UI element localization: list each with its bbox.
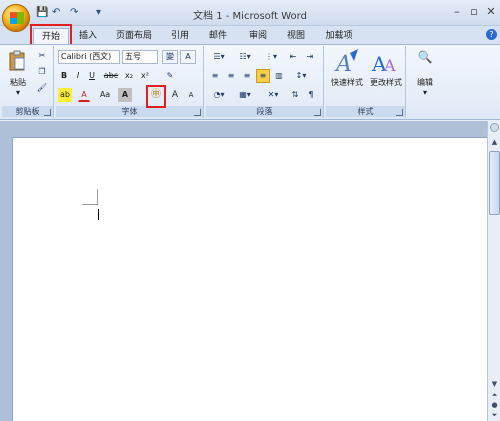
clipboard-group: 粘贴 ▾ ✂ ❐ 🖌 剪贴板 (2, 46, 54, 118)
chinese-layout-icon[interactable]: ✕▾ (262, 88, 284, 102)
sort-icon[interactable]: ⇅ (288, 88, 302, 102)
phonetic-guide-highlight (146, 85, 166, 108)
styles-dialog-launcher-icon[interactable] (396, 109, 403, 116)
find-icon[interactable]: 🔍 (414, 50, 436, 72)
decrease-indent-icon[interactable]: ⇤ (286, 50, 300, 64)
window-title: 文档 1 - Microsoft Word (193, 11, 307, 22)
highlight-button[interactable]: ab (58, 88, 72, 102)
tab-view[interactable]: 视图 (282, 28, 310, 44)
editing-group: 🔍 编辑 ▾ (408, 46, 442, 118)
save-icon[interactable]: 💾 (36, 7, 48, 19)
tab-addins[interactable]: 加载项 (320, 28, 358, 44)
change-styles-icon: AA (371, 52, 396, 76)
bold-button[interactable]: B (58, 69, 70, 83)
align-left-icon[interactable]: ≡ (208, 69, 222, 83)
scroll-thumb[interactable] (489, 151, 500, 215)
shrink-font-button[interactable]: A (184, 88, 198, 102)
borders-icon[interactable]: ▦▾ (234, 88, 256, 102)
show-marks-icon[interactable]: ¶ (304, 88, 318, 102)
styles-group: A 快速样式 AA 更改样式 样式 (326, 46, 406, 118)
tab-mailings[interactable]: 邮件 (204, 28, 232, 44)
grow-font-button[interactable]: A (168, 88, 182, 102)
undo-icon[interactable]: ↶ (52, 7, 60, 19)
paragraph-dialog-launcher-icon[interactable] (314, 109, 321, 116)
ruler-toggle-icon[interactable] (490, 123, 499, 132)
next-page-icon[interactable]: ⏷ (490, 411, 499, 419)
previous-page-icon[interactable]: ⏶ (490, 391, 499, 399)
change-styles-label: 更改样式 (370, 78, 402, 87)
copy-icon[interactable]: ❐ (35, 65, 49, 79)
margin-corner-vertical (97, 189, 98, 205)
svg-text:A: A (334, 52, 352, 75)
tab-review[interactable]: 审阅 (244, 28, 272, 44)
vertical-scrollbar[interactable]: ▲ ▼ ⏶ ● ⏷ (487, 121, 500, 421)
align-center-icon[interactable]: ≡ (224, 69, 238, 83)
numbering-icon[interactable]: ☷▾ (234, 50, 256, 64)
paragraph-group: ☰▾ ☷▾ ⋮▾ ⇤ ⇥ ≡ ≡ ≡ ≡ ▥ ↕▾ ◔▾ ▦▾ ✕▾ ⇅ ¶ 段… (206, 46, 324, 118)
font-size-combo[interactable]: 五号 (122, 50, 158, 64)
restore-button[interactable]: ▫ (467, 5, 481, 18)
font-color-button[interactable]: A (78, 88, 90, 102)
home-tab-highlight (30, 24, 72, 46)
quick-styles-button[interactable]: A (330, 48, 364, 98)
shading-icon[interactable]: ◔▾ (208, 88, 230, 102)
superscript-button[interactable]: x² (138, 69, 152, 83)
cut-icon[interactable]: ✂ (35, 49, 49, 63)
styles-group-label: 样式 (326, 106, 405, 117)
paragraph-group-label: 段落 (206, 106, 323, 117)
clear-format-button[interactable]: ✎ (162, 69, 178, 83)
margin-corner-horizontal (82, 204, 98, 205)
change-case-button[interactable]: Aa (96, 88, 114, 102)
office-button[interactable] (2, 4, 30, 32)
redo-icon[interactable]: ↷ (70, 7, 78, 19)
text-cursor (98, 209, 99, 220)
line-spacing-icon[interactable]: ↕▾ (290, 69, 312, 83)
font-name-combo[interactable]: Calibri (西文) (58, 50, 120, 64)
editing-dropdown-icon[interactable]: ▾ (419, 86, 431, 100)
tab-references[interactable]: 引用 (166, 28, 194, 44)
char-border-button[interactable]: A (180, 50, 196, 64)
quick-styles-label: 快速样式 (331, 78, 363, 87)
close-button[interactable]: ✕ (484, 5, 498, 18)
strikethrough-button[interactable]: abc (102, 69, 120, 83)
distributed-icon[interactable]: ▥ (272, 69, 286, 83)
minimize-button[interactable]: – (450, 5, 464, 18)
bullets-icon[interactable]: ☰▾ (208, 50, 230, 64)
increase-indent-icon[interactable]: ⇥ (303, 50, 317, 64)
svg-text:A: A (383, 56, 396, 75)
clipboard-dialog-launcher-icon[interactable] (44, 109, 51, 116)
italic-button[interactable]: I (72, 69, 84, 83)
underline-button[interactable]: U (86, 69, 98, 83)
font-group-label: 字体 (56, 106, 203, 117)
quick-styles-icon: A (334, 49, 358, 77)
wen-icon[interactable]: 變 (162, 50, 178, 64)
customize-quick-access-icon[interactable]: ▾ (96, 7, 101, 19)
scroll-down-icon[interactable]: ▼ (490, 379, 499, 389)
select-browse-object-icon[interactable]: ● (490, 401, 499, 409)
subscript-button[interactable]: x₂ (122, 69, 136, 83)
scroll-up-icon[interactable]: ▲ (490, 137, 499, 147)
format-painter-icon[interactable]: 🖌 (35, 81, 49, 95)
paste-dropdown-icon[interactable]: ▾ (12, 86, 24, 100)
office-logo-icon (10, 12, 24, 24)
change-styles-button[interactable]: AA (368, 48, 402, 98)
tab-insert[interactable]: 插入 (74, 28, 102, 44)
font-group: Calibri (西文) 五号 變 A B I U abc x₂ x² ✎ ab… (56, 46, 204, 118)
align-right-icon[interactable]: ≡ (240, 69, 254, 83)
paste-icon (9, 50, 25, 71)
tab-page-layout[interactable]: 页面布局 (108, 28, 160, 44)
font-dialog-launcher-icon[interactable] (194, 109, 201, 116)
help-icon[interactable]: ? (486, 29, 497, 40)
multilevel-list-icon[interactable]: ⋮▾ (260, 50, 282, 64)
document-page[interactable] (12, 137, 488, 421)
justify-icon[interactable]: ≡ (256, 69, 270, 83)
char-shading-button[interactable]: A (118, 88, 132, 102)
paste-button[interactable] (6, 49, 28, 75)
